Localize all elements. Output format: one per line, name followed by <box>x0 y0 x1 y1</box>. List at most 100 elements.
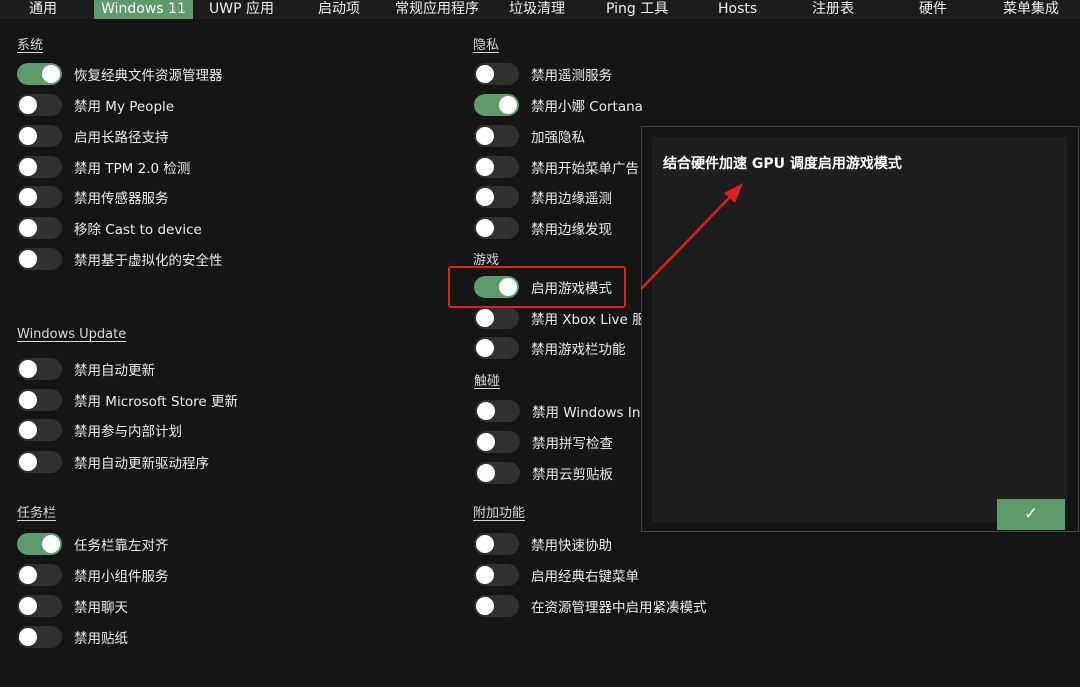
toggle-knob <box>477 402 495 420</box>
toggle-switch[interactable] <box>17 389 62 411</box>
tab-startup[interactable]: 启动项 <box>318 0 360 19</box>
app-window: 通用 Windows 11 UWP 应用 启动项 常规应用程序 垃圾清理 Pin… <box>0 0 1080 687</box>
tab-common-apps[interactable]: 常规应用程序 <box>395 0 479 19</box>
toggle-knob <box>476 339 494 357</box>
toggle-label: 禁用自动更新 <box>74 363 155 379</box>
toggle-row-long-path: 启用长路径支持 <box>17 125 169 147</box>
toggle-switch[interactable] <box>475 400 520 422</box>
toggle-label: 禁用自动更新驱动程序 <box>74 456 209 472</box>
toggle-label: 禁用 Microsoft Store 更新 <box>74 394 238 410</box>
confirm-button[interactable]: ✓ <box>997 499 1065 530</box>
toggle-label: 在资源管理器中启用紧凑模式 <box>531 600 707 616</box>
tooltip-panel: 结合硬件加速 GPU 调度启用游戏模式 ✓ <box>652 137 1067 530</box>
toggle-switch[interactable] <box>17 451 62 473</box>
toggle-knob <box>19 421 37 439</box>
section-title-system: 系统 <box>17 38 44 53</box>
toggle-switch[interactable] <box>474 94 519 116</box>
toggle-switch[interactable] <box>17 186 62 208</box>
toggle-knob <box>476 188 494 206</box>
toggle-row-disable-store-update: 禁用 Microsoft Store 更新 <box>17 389 238 411</box>
toggle-knob <box>476 566 494 584</box>
toggle-label: 禁用聊天 <box>74 600 128 616</box>
toggle-label: 恢复经典文件资源管理器 <box>74 68 223 84</box>
toggle-label: 禁用小娜 Cortana <box>531 99 643 115</box>
toggle-switch[interactable] <box>474 307 519 329</box>
toggle-row-disable-stickers: 禁用贴纸 <box>17 626 128 648</box>
tab-windows-11[interactable]: Windows 11 <box>94 0 193 19</box>
toggle-row-disable-sensor-service: 禁用传感器服务 <box>17 186 169 208</box>
toggle-switch[interactable] <box>17 358 62 380</box>
toggle-row-remove-cast-to-device: 移除 Cast to device <box>17 217 202 239</box>
toggle-switch[interactable] <box>474 156 519 178</box>
toggle-switch[interactable] <box>474 337 519 359</box>
tab-junk-cleanup[interactable]: 垃圾清理 <box>509 0 565 19</box>
toggle-switch[interactable] <box>17 63 62 85</box>
toggle-label: 禁用游戏栏功能 <box>531 342 626 358</box>
toggle-row-restore-classic-explorer: 恢复经典文件资源管理器 <box>17 63 223 85</box>
toggle-row-taskbar-left-align: 任务栏靠左对齐 <box>17 533 169 555</box>
toggle-row-disable-my-people: 禁用 My People <box>17 94 174 116</box>
tab-menu-integration[interactable]: 菜单集成 <box>1003 0 1059 19</box>
toggle-switch[interactable] <box>17 595 62 617</box>
toggle-switch[interactable] <box>475 431 520 453</box>
toggle-row-disable-widgets: 禁用小组件服务 <box>17 564 169 586</box>
tab-hosts[interactable]: Hosts <box>718 0 757 19</box>
toggle-switch[interactable] <box>474 186 519 208</box>
toggle-switch[interactable] <box>17 419 62 441</box>
toggle-row-disable-game-bar: 禁用游戏栏功能 <box>474 337 626 359</box>
tab-uwp-apps[interactable]: UWP 应用 <box>209 0 274 19</box>
toggle-knob <box>19 597 37 615</box>
toggle-switch[interactable] <box>474 217 519 239</box>
toggle-switch[interactable] <box>474 125 519 147</box>
toggle-label: 禁用传感器服务 <box>74 191 169 207</box>
toggle-switch[interactable] <box>17 125 62 147</box>
toggle-knob <box>476 158 494 176</box>
toggle-knob <box>42 535 60 553</box>
toggle-switch[interactable] <box>17 626 62 648</box>
toggle-knob <box>19 158 37 176</box>
toggle-label: 任务栏靠左对齐 <box>74 538 169 554</box>
toggle-switch[interactable] <box>17 94 62 116</box>
toggle-label: 禁用快速协助 <box>531 538 612 554</box>
toggle-row-disable-xbox-live: 禁用 Xbox Live 服 <box>474 307 646 329</box>
toggle-row-classic-context-menu: 启用经典右键菜单 <box>474 564 639 586</box>
toggle-label: 禁用开始菜单广告 <box>531 161 639 177</box>
toggle-knob <box>476 597 494 615</box>
highlight-box <box>448 266 626 308</box>
toggle-label: 加强隐私 <box>531 130 585 146</box>
toggle-switch[interactable] <box>474 564 519 586</box>
toggle-label: 禁用 Windows Ink <box>532 405 649 421</box>
toggle-switch[interactable] <box>17 217 62 239</box>
toggle-knob <box>19 96 37 114</box>
toggle-switch[interactable] <box>474 63 519 85</box>
toggle-switch[interactable] <box>17 533 62 555</box>
tooltip-popup: 结合硬件加速 GPU 调度启用游戏模式 ✓ <box>641 126 1079 532</box>
section-title-addons: 附加功能 <box>473 506 526 521</box>
toggle-label: 禁用边缘发现 <box>531 222 612 238</box>
toggle-switch[interactable] <box>474 533 519 555</box>
toggle-switch[interactable] <box>17 156 62 178</box>
toggle-switch[interactable] <box>474 595 519 617</box>
toggle-row-enhance-privacy: 加强隐私 <box>474 125 585 147</box>
toggle-row-disable-driver-update: 禁用自动更新驱动程序 <box>17 451 209 473</box>
toggle-switch[interactable] <box>17 248 62 270</box>
toggle-switch[interactable] <box>17 564 62 586</box>
section-title-windows-update: Windows Update <box>17 327 127 342</box>
toggle-label: 禁用云剪贴板 <box>532 467 613 483</box>
toggle-row-compact-mode: 在资源管理器中启用紧凑模式 <box>474 595 707 617</box>
tab-registry[interactable]: 注册表 <box>812 0 854 19</box>
toggle-row-disable-cortana: 禁用小娜 Cortana <box>474 94 643 116</box>
tab-ping-tool[interactable]: Ping 工具 <box>606 0 668 19</box>
section-title-privacy: 隐私 <box>473 38 500 53</box>
toggle-label: 启用长路径支持 <box>74 130 169 146</box>
toggle-label: 禁用边缘遥测 <box>531 191 612 207</box>
toggle-knob <box>476 535 494 553</box>
toggle-row-disable-edge-telemetry: 禁用边缘遥测 <box>474 186 612 208</box>
tab-hardware[interactable]: 硬件 <box>919 0 947 19</box>
toggle-row-disable-spell-check: 禁用拼写检查 <box>475 431 613 453</box>
toggle-switch[interactable] <box>475 462 520 484</box>
toggle-row-disable-start-ads: 禁用开始菜单广告 <box>474 156 639 178</box>
tab-general[interactable]: 通用 <box>29 0 57 19</box>
toggle-knob <box>19 453 37 471</box>
toggle-label: 启用经典右键菜单 <box>531 569 639 585</box>
